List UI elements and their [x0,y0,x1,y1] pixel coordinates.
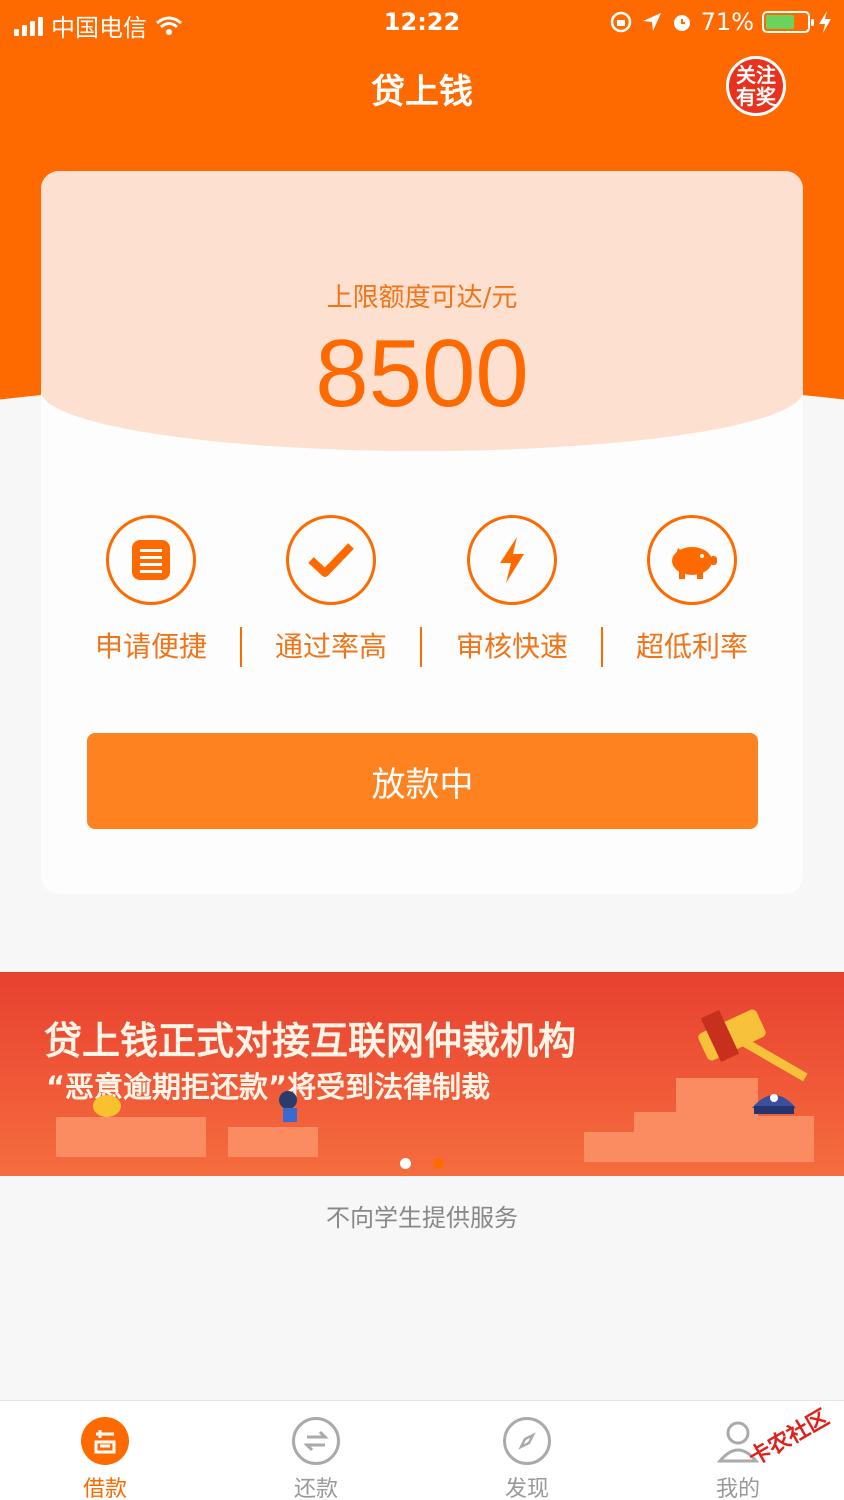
page-dot[interactable] [400,1158,411,1169]
location-icon [642,13,661,31]
loan-card: 上限额度可达/元 8500 申请便捷 通过率高 审核快速 超低利率 放款中 [41,171,803,894]
decor-block [56,1117,206,1157]
follow-reward-label: 关注有奖 [736,63,776,109]
coin-icon [93,1095,121,1117]
document-icon [106,515,196,605]
page-title: 贷上钱 [371,72,473,112]
feature-item: 通过率高 [241,515,421,665]
decor-block [738,1116,814,1162]
runner-icon [279,1091,297,1122]
compass-icon [503,1417,551,1465]
checkmark-icon [286,515,376,605]
feature-item: 审核快速 [422,515,602,665]
follow-reward-badge[interactable]: 关注有奖 [726,56,786,116]
student-notice: 不向学生提供服务 [326,1204,518,1232]
tab-borrow[interactable]: 借款 [45,1417,165,1500]
banner-headline: 贷上钱正式对接互联网仲裁机构 [44,1019,577,1063]
feature-label: 超低利率 [635,630,748,663]
feature-item: 申请便捷 [61,515,241,665]
charging-icon [819,11,831,33]
piggy-bank-icon [647,515,737,605]
tab-repay[interactable]: 还款 [256,1417,376,1500]
loan-icon [81,1417,129,1465]
lightning-icon [467,515,557,605]
alarm-icon [673,15,690,31]
feature-label: 申请便捷 [94,630,207,663]
banner-pagination [0,1158,844,1169]
police-cap-icon [752,1094,796,1114]
feature-item: 超低利率 [602,515,782,665]
tab-label: 借款 [82,1477,127,1500]
decor-block [228,1127,318,1157]
status-right: 71% [609,8,832,36]
promo-banner[interactable]: 贷上钱正式对接互联网仲裁机构 “恶意逾期拒还款”将受到法律制裁 [0,972,844,1176]
battery-percent: 71% [700,8,754,36]
page-dot[interactable] [433,1158,444,1169]
status-bar: 中国电信 12:22 71% [0,0,844,42]
tab-label: 发现 [504,1477,549,1500]
loan-status-button[interactable]: 放款中 [87,733,758,829]
orientation-lock-icon [610,11,631,33]
feature-label: 通过率高 [274,630,387,663]
tab-label: 我的 [715,1477,760,1500]
battery-icon [762,11,814,33]
limit-amount: 8500 [315,320,529,427]
limit-label: 上限额度可达/元 [326,283,518,313]
tab-discover[interactable]: 发现 [467,1417,587,1500]
feature-list: 申请便捷 通过率高 审核快速 超低利率 [41,515,803,675]
repay-icon [292,1417,340,1465]
tab-bar: 借款 还款 发现 我的 [0,1400,844,1500]
tab-label: 还款 [293,1477,338,1500]
feature-label: 审核快速 [455,630,568,663]
